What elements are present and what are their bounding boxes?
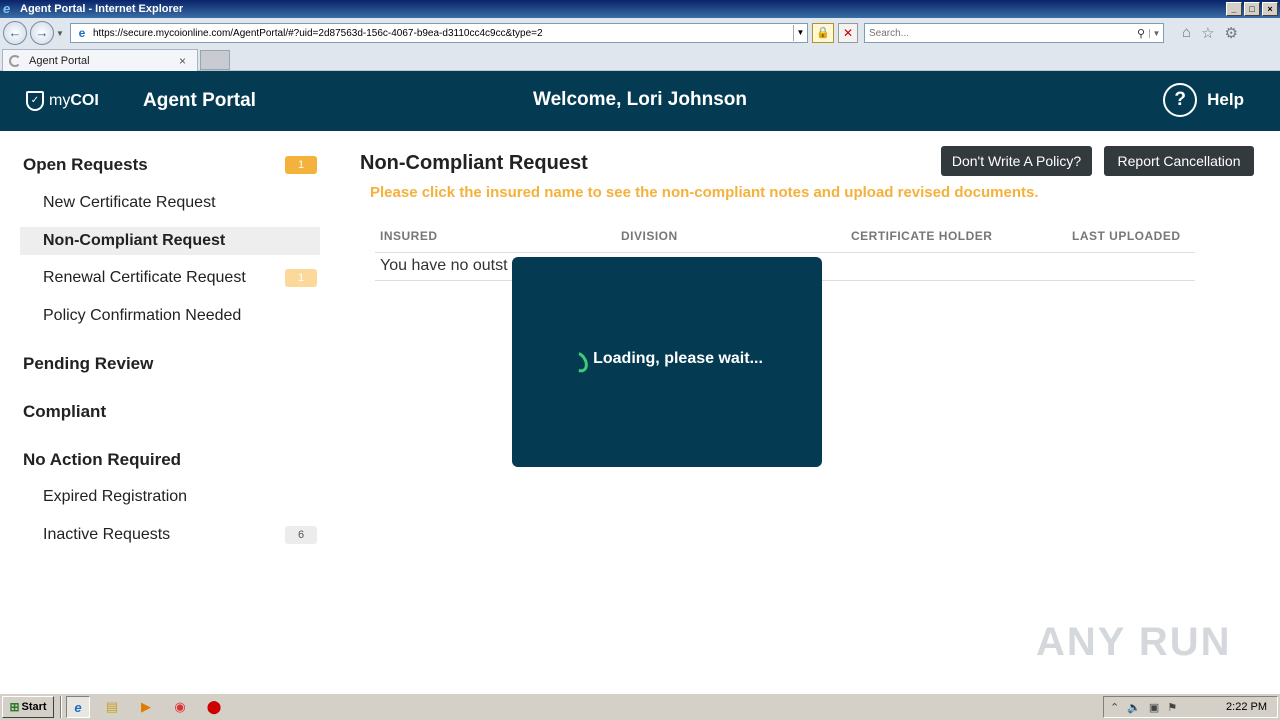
dont-write-policy-button[interactable]: Don't Write A Policy?: [941, 146, 1092, 176]
url-text[interactable]: https://secure.mycoionline.com/AgentPort…: [93, 28, 793, 39]
history-dropdown-icon[interactable]: ▼: [56, 29, 66, 38]
empty-table-message: You have no outst: [380, 257, 508, 274]
lock-icon[interactable]: 🔒: [812, 23, 834, 43]
sidebar-item-inactive-requests[interactable]: Inactive Requests 6: [20, 521, 320, 549]
minimize-button[interactable]: _: [1226, 2, 1242, 16]
sidebar-section-no-action-required[interactable]: No Action Required: [23, 450, 317, 470]
forward-button[interactable]: →: [30, 21, 54, 45]
sidebar-item-renewal-certificate-request[interactable]: Renewal Certificate Request 1: [20, 264, 320, 292]
tray-expand-icon[interactable]: ⌃: [1110, 701, 1119, 714]
tab-bar: Agent Portal ×: [0, 48, 1280, 71]
help-link[interactable]: ? Help: [1163, 83, 1244, 117]
back-button[interactable]: ←: [3, 21, 27, 45]
sidebar-item-policy-confirmation-needed[interactable]: Policy Confirmation Needed: [20, 302, 320, 330]
column-header-certificate-holder[interactable]: CERTIFICATE HOLDER: [851, 229, 992, 243]
start-label: Start: [21, 701, 47, 713]
address-bar: ← → ▼ e https://secure.mycoionline.com/A…: [0, 18, 1280, 48]
loading-dialog: Loading, please wait...: [512, 257, 822, 467]
loading-text: Loading, please wait...: [593, 350, 763, 367]
window-titlebar: e Agent Portal - Internet Explorer _ □ ×: [0, 0, 1280, 18]
ie-logo-icon: e: [3, 1, 11, 16]
sidebar-item-new-certificate-request[interactable]: New Certificate Request: [20, 189, 320, 217]
volume-icon[interactable]: 🔈: [1127, 701, 1141, 714]
sidebar-item-label: Non-Compliant Request: [43, 232, 226, 249]
folder-icon[interactable]: ▤: [100, 696, 124, 718]
count-badge: 6: [285, 526, 317, 544]
search-input[interactable]: [865, 27, 1133, 39]
sidebar-section-open-requests[interactable]: Open Requests 1: [23, 155, 317, 175]
opera-icon[interactable]: ⬤: [202, 696, 226, 718]
welcome-message: Welcome, Lori Johnson: [533, 89, 747, 110]
app-header: ✓ myCOI Agent Portal Welcome, Lori Johns…: [0, 71, 1280, 131]
tab-loading-icon: [9, 54, 21, 67]
url-field[interactable]: e https://secure.mycoionline.com/AgentPo…: [70, 23, 808, 43]
search-box[interactable]: ⚲ ▼: [864, 23, 1164, 43]
sidebar-item-label: Renewal Certificate Request: [43, 269, 246, 286]
sidebar-item-label: Policy Confirmation Needed: [43, 307, 242, 324]
column-header-last-uploaded[interactable]: LAST UPLOADED: [1072, 229, 1181, 243]
favorites-star-icon[interactable]: ☆: [1201, 24, 1214, 42]
table-header: INSURED DIVISION CERTIFICATE HOLDER LAST…: [375, 223, 1195, 253]
instruction-text: Please click the insured name to see the…: [370, 184, 1039, 201]
section-label: Compliant: [23, 402, 107, 421]
window-title: Agent Portal - Internet Explorer: [20, 3, 184, 15]
portal-title: Agent Portal: [143, 90, 256, 111]
sidebar: Open Requests 1 New Certificate Request …: [0, 131, 330, 691]
close-window-button[interactable]: ×: [1262, 2, 1278, 16]
new-tab-button[interactable]: [200, 50, 230, 70]
column-header-insured[interactable]: INSURED: [380, 229, 438, 243]
network-icon[interactable]: ▣: [1149, 701, 1159, 714]
report-cancellation-button[interactable]: Report Cancellation: [1104, 146, 1254, 176]
url-dropdown-icon[interactable]: ▼: [793, 25, 807, 41]
loading-spinner-icon: [566, 348, 592, 376]
page-title: Non-Compliant Request: [360, 152, 588, 174]
taskbar: ⊞ Start e ▤ ▶ ◉ ⬤ ⌃ 🔈 ▣ ⚑ 2:22 PM: [0, 693, 1280, 720]
window-controls: _ □ ×: [1226, 2, 1278, 16]
action-center-flag-icon[interactable]: ⚑: [1167, 701, 1177, 714]
anyrun-watermark: ANY RUN: [1036, 619, 1232, 664]
count-badge: 1: [285, 156, 317, 174]
windows-logo-icon: ⊞: [9, 700, 20, 714]
brand-prefix: my: [49, 92, 71, 109]
brand-suffix: COI: [70, 92, 99, 109]
help-question-icon[interactable]: ?: [1163, 83, 1198, 117]
sidebar-section-compliant[interactable]: Compliant: [23, 402, 317, 422]
tab-close-icon[interactable]: ×: [179, 54, 193, 68]
count-badge: 1: [285, 269, 317, 287]
media-player-icon[interactable]: ▶: [134, 696, 158, 718]
taskbar-separator: [60, 696, 62, 718]
search-icon[interactable]: ⚲: [1133, 27, 1149, 40]
start-button[interactable]: ⊞ Start: [2, 696, 54, 718]
section-label: Open Requests: [23, 155, 148, 174]
quick-launch: e ▤ ▶ ◉ ⬤: [66, 696, 226, 718]
sidebar-section-pending-review[interactable]: Pending Review: [23, 354, 317, 374]
sidebar-item-expired-registration[interactable]: Expired Registration: [20, 483, 320, 511]
tab-label: Agent Portal: [29, 54, 90, 67]
home-icon[interactable]: ⌂: [1182, 24, 1191, 42]
help-label[interactable]: Help: [1207, 90, 1244, 110]
page-icon: e: [78, 26, 86, 40]
shield-check-icon: ✓: [26, 91, 44, 111]
stop-button[interactable]: ✕: [838, 23, 858, 43]
search-dropdown-icon[interactable]: ▼: [1149, 28, 1163, 38]
section-label: Pending Review: [23, 354, 154, 373]
internet-explorer-icon[interactable]: e: [66, 696, 90, 718]
sidebar-item-label: Expired Registration: [43, 488, 188, 505]
sidebar-item-label: New Certificate Request: [43, 194, 216, 211]
clock[interactable]: 2:22 PM: [1226, 701, 1267, 713]
sidebar-item-label: Inactive Requests: [43, 526, 171, 543]
tab-agent-portal[interactable]: Agent Portal ×: [2, 49, 198, 71]
browser-toolbar-icons: ⌂ ☆ ⚙: [1182, 24, 1238, 42]
mycoi-logo[interactable]: ✓ myCOI: [26, 88, 99, 114]
section-label: No Action Required: [23, 450, 182, 469]
sidebar-item-non-compliant-request[interactable]: Non-Compliant Request: [20, 227, 320, 255]
system-tray: ⌃ 🔈 ▣ ⚑ 2:22 PM: [1103, 696, 1278, 718]
maximize-button[interactable]: □: [1244, 2, 1260, 16]
column-header-division[interactable]: DIVISION: [621, 229, 678, 243]
tools-gear-icon[interactable]: ⚙: [1225, 24, 1238, 42]
chrome-icon[interactable]: ◉: [168, 696, 192, 718]
